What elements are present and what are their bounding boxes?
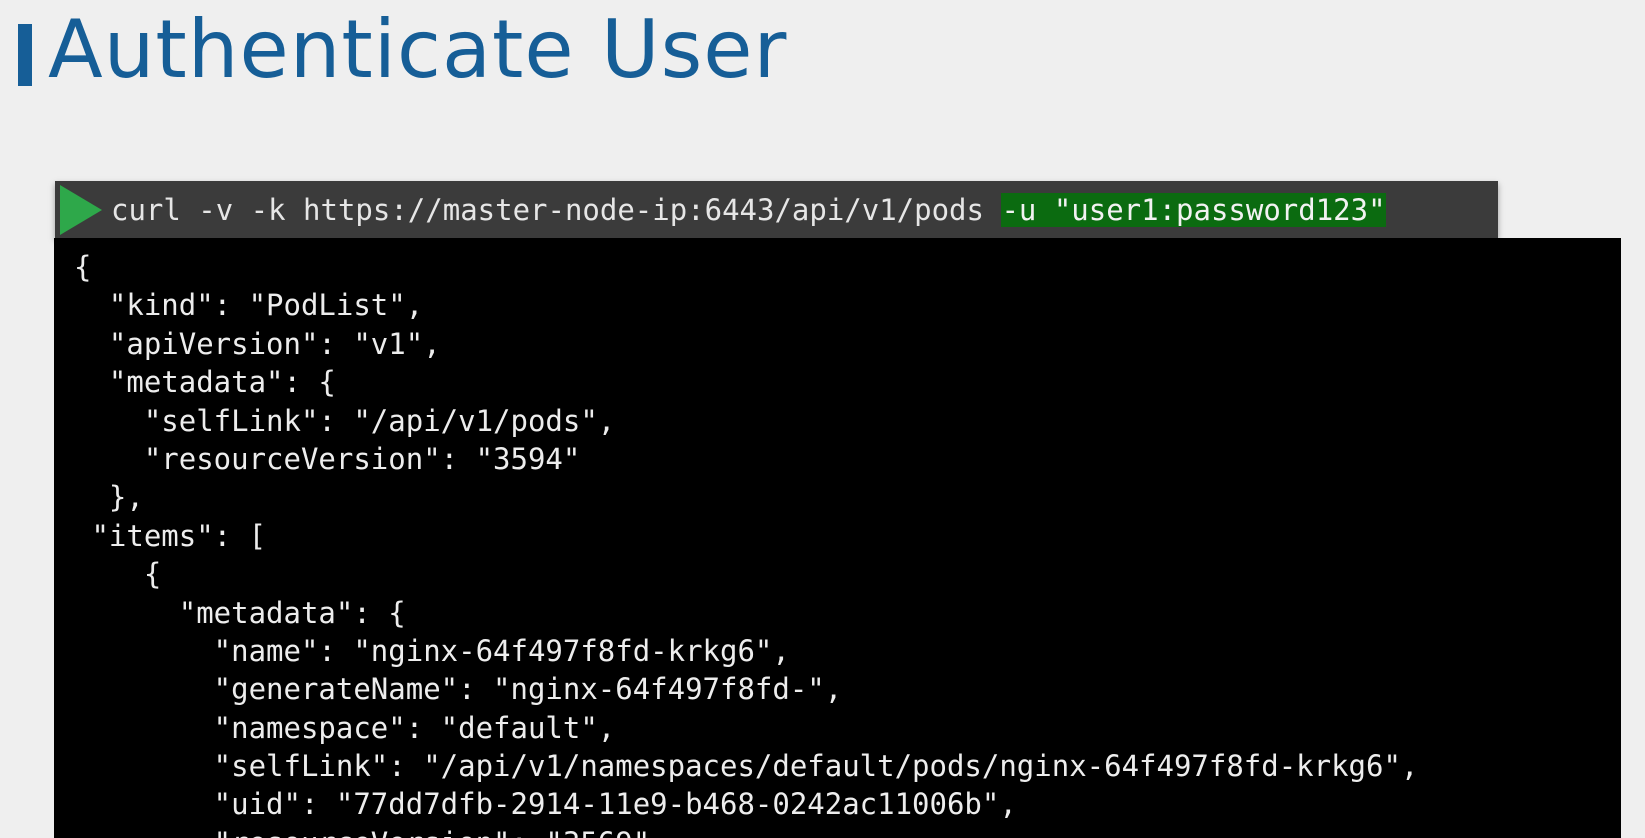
output-line: "resourceVersion": "3569", bbox=[74, 824, 1418, 838]
output-line: "apiVersion": "v1", bbox=[74, 326, 441, 361]
output-line: "metadata": { bbox=[74, 365, 336, 400]
output-line: "resourceVersion": "3594" bbox=[74, 441, 581, 476]
command-base: curl -v -k https://master-node-ip:6443/a… bbox=[111, 193, 1002, 227]
output-line: { bbox=[74, 557, 162, 592]
output-line: "kind": "PodList", bbox=[74, 288, 424, 323]
command-text: curl -v -k https://master-node-ip:6443/a… bbox=[111, 191, 1386, 229]
json-output: { "kind": "PodList", "apiVersion": "v1",… bbox=[74, 248, 1418, 838]
output-line: "namespace": "default", bbox=[74, 710, 616, 745]
output-line: "items": [ bbox=[74, 518, 267, 553]
command-bar: curl -v -k https://master-node-ip:6443/a… bbox=[55, 181, 1498, 238]
output-line: "selfLink": "/api/v1/pods", bbox=[74, 403, 616, 438]
command-credentials-highlight: -u "user1:password123" bbox=[1001, 193, 1386, 227]
terminal-output: { "kind": "PodList", "apiVersion": "v1",… bbox=[54, 238, 1621, 838]
output-line: "uid": "77dd7dfb-2914-11e9-b468-0242ac11… bbox=[74, 787, 1017, 822]
title-accent-bar bbox=[18, 24, 32, 86]
output-line: "name": "nginx-64f497f8fd-krkg6", bbox=[74, 633, 790, 668]
output-line: }, bbox=[74, 480, 144, 515]
output-line: { bbox=[74, 250, 92, 284]
output-line: "metadata": { bbox=[74, 595, 406, 630]
play-icon bbox=[60, 185, 102, 235]
output-line: "selfLink": "/api/v1/namespaces/default/… bbox=[74, 749, 1419, 784]
output-line: "generateName": "nginx-64f497f8fd-", bbox=[74, 672, 843, 707]
slide-title: Authenticate User bbox=[48, 3, 788, 96]
